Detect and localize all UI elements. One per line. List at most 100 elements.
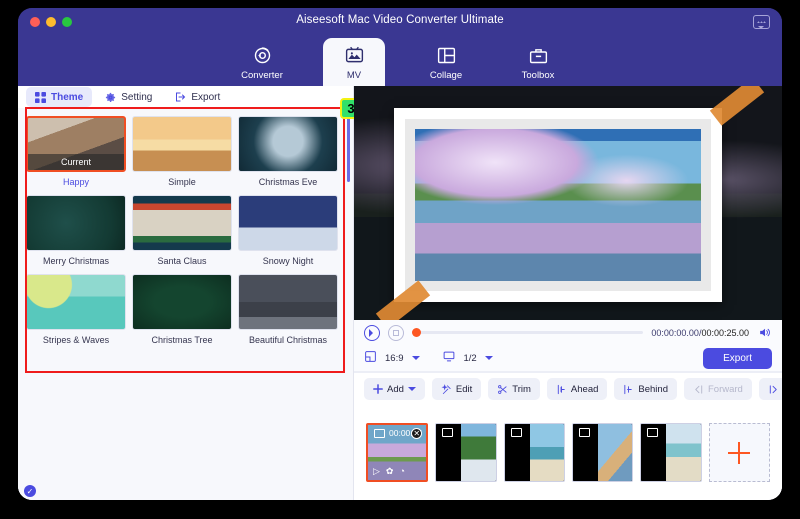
theme-thumbnail: Current bbox=[26, 116, 126, 172]
theme-item-christmas-eve[interactable]: Christmas Eve bbox=[238, 116, 338, 192]
theme-scrollbar[interactable] bbox=[347, 112, 350, 182]
theme-item-happy[interactable]: Current Happy ✓ bbox=[24, 116, 126, 497]
nav-item-converter[interactable]: Converter bbox=[231, 38, 293, 86]
forward-button[interactable]: Forward bbox=[684, 378, 752, 400]
aspect-ratio-value: 16:9 bbox=[385, 353, 404, 364]
theme-item-simple[interactable]: Simple bbox=[132, 116, 232, 192]
playback-progress-slider[interactable] bbox=[412, 328, 644, 337]
timeline-clip[interactable] bbox=[640, 423, 702, 482]
add-clip-button[interactable] bbox=[708, 423, 770, 482]
clip-toolbar: Add Edit Trim Ahead Behind Forward bbox=[354, 372, 782, 405]
grid-icon bbox=[35, 91, 46, 103]
effect-icon[interactable]: ✿ bbox=[386, 466, 394, 477]
magic-wand-icon bbox=[441, 383, 452, 395]
theme-thumbnail bbox=[132, 195, 232, 251]
gear-icon bbox=[105, 92, 116, 103]
player-row-playback: 00:00:00.00/00:00:25.00 bbox=[354, 320, 782, 345]
nav-item-mv[interactable]: MV bbox=[323, 38, 385, 86]
play-icon[interactable]: ▷ bbox=[373, 466, 380, 477]
theme-label: Stripes & Waves bbox=[42, 335, 110, 345]
timeline-clip[interactable] bbox=[571, 423, 634, 482]
volume-icon[interactable] bbox=[757, 326, 772, 339]
plus-icon bbox=[373, 384, 383, 394]
photo-frame bbox=[394, 108, 722, 302]
nav-label-toolbox: Toolbox bbox=[521, 70, 555, 81]
timeline-clip[interactable] bbox=[503, 423, 565, 482]
stop-circle-icon[interactable] bbox=[388, 324, 404, 341]
panel-tabs: Theme Setting Export bbox=[18, 86, 353, 108]
clip-thumbnail-image bbox=[529, 424, 564, 481]
add-chevron-down-icon[interactable] bbox=[407, 386, 416, 395]
timeline-clip[interactable]: 00:00:05 ✕ ▷ ✿ ◔ bbox=[366, 423, 429, 482]
theme-label: Christmas Eve bbox=[258, 177, 318, 187]
mv-icon bbox=[344, 43, 365, 67]
theme-item-stripes-waves[interactable]: Stripes & Waves bbox=[26, 274, 126, 350]
theme-thumbnail bbox=[132, 116, 232, 172]
tab-theme[interactable]: Theme bbox=[26, 87, 93, 107]
theme-item-beautiful-christmas[interactable]: Beautiful Christmas bbox=[238, 274, 338, 350]
collage-icon bbox=[436, 43, 457, 67]
play-circle-icon[interactable] bbox=[364, 324, 380, 341]
plus-icon bbox=[728, 441, 751, 464]
image-icon bbox=[510, 428, 522, 437]
trim-button[interactable]: Trim bbox=[488, 378, 540, 400]
theme-label: Snowy Night bbox=[262, 256, 314, 266]
nav-label-mv: MV bbox=[346, 70, 362, 81]
left-panel: Theme Setting Export Current Happy ✓ Sim… bbox=[18, 86, 362, 500]
app-title: Aiseesoft Mac Video Converter Ultimate bbox=[296, 14, 504, 26]
aspect-ratio-chevron-down-icon[interactable] bbox=[411, 356, 420, 364]
preview-stage[interactable] bbox=[354, 86, 782, 320]
nav-item-collage[interactable]: Collage bbox=[415, 38, 477, 86]
theme-label: Christmas Tree bbox=[151, 335, 213, 345]
monitor-icon bbox=[442, 350, 456, 368]
theme-label: Simple bbox=[168, 177, 196, 187]
clip-actions: ▷ ✿ ◔ bbox=[373, 466, 405, 477]
theme-thumbnail bbox=[238, 274, 338, 330]
title-bar: Aiseesoft Mac Video Converter Ultimate bbox=[18, 8, 782, 36]
theme-thumbnail bbox=[238, 116, 338, 172]
tab-label-theme: Theme bbox=[51, 91, 84, 103]
toolbox-icon bbox=[528, 43, 549, 67]
add-button-label: Add bbox=[387, 383, 404, 395]
clock-icon[interactable]: ◔ bbox=[399, 466, 404, 477]
current-theme-label: Current bbox=[28, 154, 124, 170]
edit-button-label: Edit bbox=[455, 383, 473, 395]
app-body: Theme Setting Export Current Happy ✓ Sim… bbox=[18, 86, 782, 500]
ahead-button[interactable]: Ahead bbox=[546, 378, 608, 400]
theme-item-merry-christmas[interactable]: Merry Christmas bbox=[26, 195, 126, 271]
theme-label: Happy bbox=[62, 177, 89, 187]
move-backward-icon bbox=[768, 384, 779, 395]
add-button[interactable]: Add bbox=[364, 378, 425, 400]
timeline-clip[interactable] bbox=[435, 423, 497, 482]
image-icon bbox=[374, 429, 385, 438]
theme-item-christmas-tree[interactable]: Christmas Tree bbox=[132, 274, 232, 350]
tab-label-setting: Setting bbox=[121, 91, 153, 103]
behind-button-label: Behind bbox=[638, 383, 668, 395]
check-icon: ✓ bbox=[24, 485, 36, 497]
speech-bubble-icon[interactable] bbox=[753, 15, 770, 29]
nav-item-toolbox[interactable]: Toolbox bbox=[507, 38, 569, 86]
export-button[interactable]: Export bbox=[703, 348, 772, 369]
current-time: 00:00:00.00 bbox=[651, 327, 699, 338]
move-forward-icon bbox=[693, 384, 704, 395]
edit-button[interactable]: Edit bbox=[431, 378, 482, 400]
player-row-options: 16:9 1/2 Export bbox=[354, 345, 782, 372]
tab-setting[interactable]: Setting bbox=[96, 87, 161, 107]
theme-grid: Current Happy ✓ Simple Christmas Eve Mer… bbox=[18, 108, 353, 497]
behind-button[interactable]: Behind bbox=[614, 378, 677, 400]
image-icon bbox=[647, 428, 659, 437]
player-controls: 00:00:00.00/00:00:25.00 16:9 1/2 Export bbox=[354, 320, 782, 372]
backward-button[interactable]: Backward bbox=[758, 378, 782, 400]
timeline-filmstrip: 00:00:05 ✕ ▷ ✿ ◔ bbox=[354, 405, 782, 500]
theme-thumbnail bbox=[26, 274, 126, 330]
progress-knob[interactable] bbox=[412, 328, 421, 337]
theme-label: Santa Claus bbox=[157, 256, 207, 266]
theme-item-santa-claus[interactable]: Santa Claus bbox=[132, 195, 232, 271]
screen-scale-chevron-down-icon[interactable] bbox=[484, 356, 493, 364]
theme-item-snowy-night[interactable]: Snowy Night bbox=[238, 195, 338, 271]
theme-label: Merry Christmas bbox=[42, 256, 109, 266]
ahead-button-label: Ahead bbox=[570, 383, 599, 395]
tab-export[interactable]: Export bbox=[165, 87, 229, 107]
preview-photo bbox=[415, 129, 701, 281]
insert-behind-icon bbox=[623, 384, 634, 395]
